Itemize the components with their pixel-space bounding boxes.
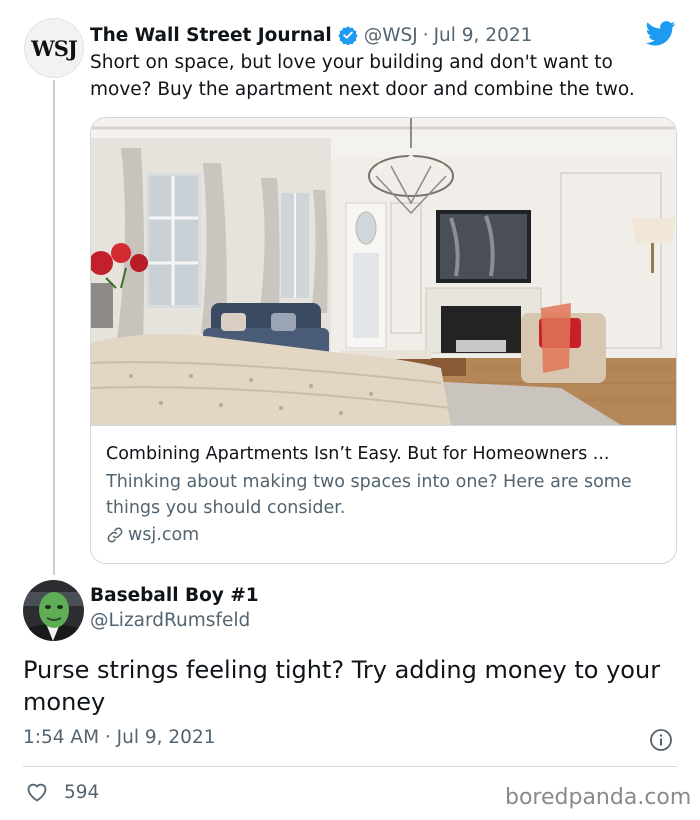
meta-separator: · bbox=[422, 24, 429, 46]
link-icon bbox=[107, 527, 123, 543]
thread-connector-line bbox=[53, 80, 55, 575]
card-divider bbox=[91, 425, 676, 426]
avatar-logo-text: WSJ bbox=[31, 35, 78, 61]
parent-tweet-header: The Wall Street Journal @WSJ · Jul 9, 20… bbox=[90, 22, 532, 48]
twitter-bird-icon[interactable] bbox=[645, 18, 677, 48]
reply-body-text: Purse strings feeling tight? Try adding … bbox=[23, 656, 661, 716]
author-handle[interactable]: @WSJ bbox=[364, 25, 418, 46]
card-description: Thinking about making two spaces into on… bbox=[106, 472, 632, 518]
watermark-text: boredpanda.com bbox=[505, 785, 692, 810]
verified-badge-icon bbox=[338, 26, 358, 45]
heart-icon[interactable] bbox=[25, 780, 49, 804]
reply-author-name[interactable]: Baseball Boy #1 bbox=[90, 585, 259, 606]
engagement-divider bbox=[23, 766, 677, 767]
reply-author-handle[interactable]: @LizardRumsfeld bbox=[90, 610, 250, 631]
tweet-date[interactable]: Jul 9, 2021 bbox=[434, 25, 533, 46]
card-title[interactable]: Combining Apartments Isn’t Easy. But for… bbox=[106, 442, 666, 466]
wsj-avatar[interactable]: WSJ bbox=[24, 18, 84, 78]
tweet-body-text: Short on space, but love your building a… bbox=[90, 52, 635, 100]
avatar-image bbox=[23, 580, 84, 641]
card-domain-text: wsj.com bbox=[128, 525, 200, 545]
info-icon[interactable] bbox=[649, 728, 673, 752]
like-action[interactable]: 594 bbox=[25, 779, 99, 805]
author-name[interactable]: The Wall Street Journal bbox=[90, 25, 332, 46]
card-domain[interactable]: wsj.com bbox=[106, 523, 199, 547]
card-photo-living-room bbox=[91, 118, 676, 425]
link-preview-card[interactable]: Combining Apartments Isn’t Easy. But for… bbox=[90, 117, 677, 564]
like-count: 594 bbox=[64, 781, 100, 803]
reply-author-avatar[interactable] bbox=[23, 580, 84, 641]
reply-timestamp[interactable]: 1:54 AM · Jul 9, 2021 bbox=[23, 727, 216, 748]
